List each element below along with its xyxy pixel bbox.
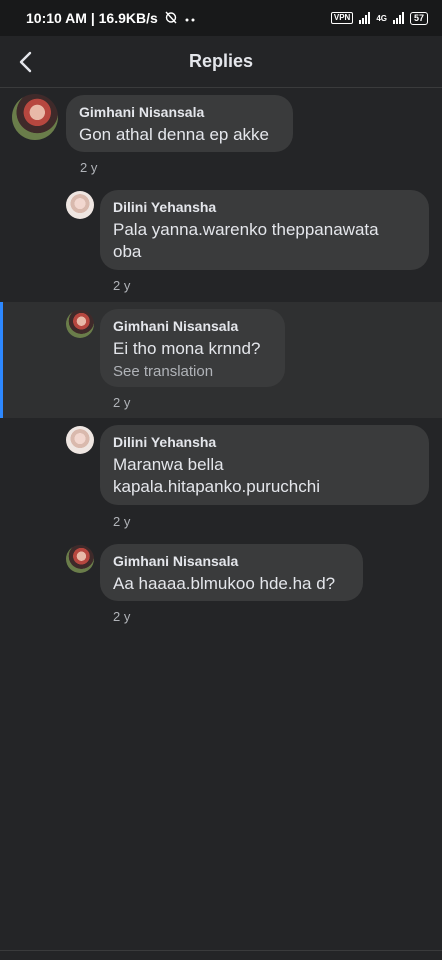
see-translation-link[interactable]: See translation (113, 362, 272, 382)
more-dots-icon (184, 10, 196, 26)
comment-author[interactable]: Gimhani Nisansala (113, 552, 350, 570)
avatar[interactable] (66, 426, 94, 454)
comment-text-line: kapala.hitapanko.puruchchi (113, 477, 320, 496)
comment-bubble[interactable]: Gimhani Nisansala Ei tho mona krnnd? See… (100, 309, 285, 387)
signal-icon (359, 12, 371, 24)
avatar[interactable] (66, 545, 94, 573)
avatar[interactable] (66, 310, 94, 338)
alarm-off-icon (164, 10, 178, 27)
comment-text: Ei tho mona krnnd? (113, 339, 261, 358)
status-time: 10:10 AM | 16.9KB/s (26, 10, 158, 26)
avatar[interactable] (12, 94, 58, 140)
comment-author[interactable]: Dilini Yehansha (113, 198, 416, 216)
comment-timestamp[interactable]: 2 y (113, 395, 130, 410)
comment-author[interactable]: Gimhani Nisansala (113, 317, 272, 335)
comment-text: Maranwa bella kapala.hitapanko.puruchchi (113, 454, 416, 498)
comment-timestamp[interactable]: 2 y (113, 609, 130, 624)
comment-timestamp[interactable]: 2 y (113, 514, 130, 529)
status-bar: 10:10 AM | 16.9KB/s VPN 4G 57 (0, 0, 442, 36)
signal-icon (392, 12, 404, 24)
comment-text: Aa haaaa.blmukoo hde.ha d? (113, 574, 336, 593)
bottom-divider (0, 950, 442, 951)
comment-text: Gon athal denna ep akke (79, 125, 269, 144)
comment-text-line: oba (113, 242, 142, 261)
comment-text-line: Pala yanna.warenko theppanawata (113, 220, 379, 239)
comment-bubble[interactable]: Dilini Yehansha Maranwa bella kapala.hit… (100, 425, 429, 505)
app-header: Replies (0, 36, 442, 88)
comment-bubble[interactable]: Dilini Yehansha Pala yanna.warenko thepp… (100, 190, 429, 270)
comment-timestamp[interactable]: 2 y (80, 160, 97, 175)
comment-bubble[interactable]: Gimhani Nisansala Gon athal denna ep akk… (66, 95, 293, 152)
back-button[interactable] (12, 48, 40, 76)
comment-timestamp[interactable]: 2 y (113, 278, 130, 293)
comment-author[interactable]: Gimhani Nisansala (79, 103, 280, 121)
avatar[interactable] (66, 191, 94, 219)
comment-text: Pala yanna.warenko theppanawata oba (113, 219, 416, 263)
battery-icon: 57 (409, 11, 428, 25)
comment-text-line: Maranwa bella (113, 455, 224, 474)
network-type: 4G (376, 13, 387, 23)
page-title: Replies (188, 51, 254, 71)
comment-author[interactable]: Dilini Yehansha (113, 433, 416, 451)
comment-bubble[interactable]: Gimhani Nisansala Aa haaaa.blmukoo hde.h… (100, 544, 363, 601)
chevron-left-icon (19, 51, 32, 73)
vpn-badge: VPN (330, 12, 354, 24)
